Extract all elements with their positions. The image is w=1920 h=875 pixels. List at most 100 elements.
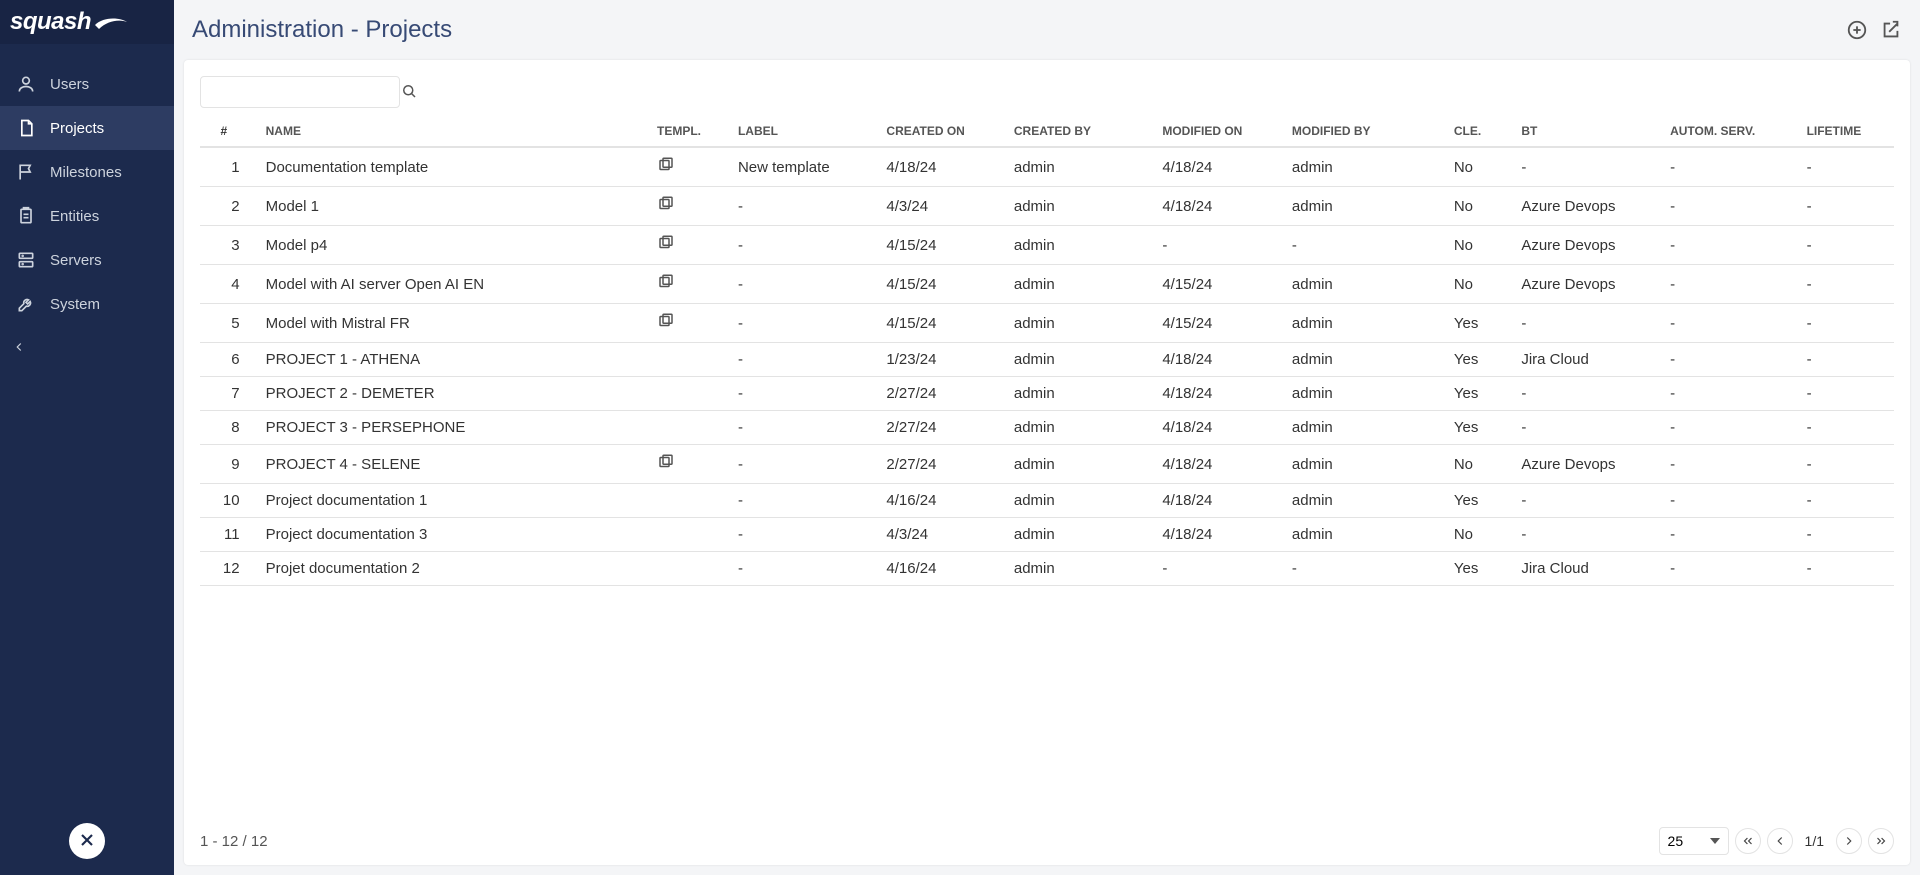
sidebar-item-milestones[interactable]: Milestones xyxy=(0,150,174,194)
cell-created-by: admin xyxy=(1006,304,1154,343)
cell-created-by: admin xyxy=(1006,552,1154,586)
cell-index: 7 xyxy=(200,377,258,411)
table-row[interactable]: 5Model with Mistral FR-4/15/24admin4/15/… xyxy=(200,304,1894,343)
sidebar-item-label: Users xyxy=(50,76,89,93)
table-row[interactable]: 8PROJECT 3 - PERSEPHONE-2/27/24admin4/18… xyxy=(200,411,1894,445)
cell-modified-on: 4/18/24 xyxy=(1154,518,1284,552)
col-modified-on[interactable]: MODIFIED ON xyxy=(1154,116,1284,147)
add-project-button[interactable] xyxy=(1846,19,1868,41)
close-admin-button[interactable] xyxy=(69,823,105,859)
cell-created-on: 4/3/24 xyxy=(878,187,1005,226)
col-cle[interactable]: CLE. xyxy=(1446,116,1513,147)
table-row[interactable]: 3Model p4-4/15/24admin--NoAzure Devops-- xyxy=(200,226,1894,265)
cell-created-by: admin xyxy=(1006,377,1154,411)
table-row[interactable]: 7PROJECT 2 - DEMETER-2/27/24admin4/18/24… xyxy=(200,377,1894,411)
template-icon xyxy=(657,312,675,334)
table-row[interactable]: 1Documentation templateNew template4/18/… xyxy=(200,147,1894,187)
table-row[interactable]: 9PROJECT 4 - SELENE-2/27/24admin4/18/24a… xyxy=(200,445,1894,484)
cell-lifetime: - xyxy=(1799,445,1894,484)
cell-lifetime: - xyxy=(1799,265,1894,304)
template-icon xyxy=(657,156,675,178)
header: Administration - Projects xyxy=(174,0,1920,60)
cell-index: 9 xyxy=(200,445,258,484)
page-size-select[interactable]: 25 xyxy=(1659,827,1729,855)
col-lifetime[interactable]: LIFETIME xyxy=(1799,116,1894,147)
cell-cle: Yes xyxy=(1446,411,1513,445)
col-name[interactable]: NAME xyxy=(258,116,649,147)
prev-page-button[interactable] xyxy=(1767,828,1793,854)
cell-name: PROJECT 3 - PERSEPHONE xyxy=(258,411,649,445)
cell-created-on: 2/27/24 xyxy=(878,445,1005,484)
logo[interactable]: squash xyxy=(0,0,174,44)
cell-name: Model with AI server Open AI EN xyxy=(258,265,649,304)
cell-templ xyxy=(649,518,730,552)
table-row[interactable]: 12Projet documentation 2-4/16/24admin--Y… xyxy=(200,552,1894,586)
cell-lifetime: - xyxy=(1799,552,1894,586)
page-indicator: 1/1 xyxy=(1799,833,1830,849)
cell-modified-on: 4/15/24 xyxy=(1154,265,1284,304)
cell-created-by: admin xyxy=(1006,187,1154,226)
sidebar-item-servers[interactable]: Servers xyxy=(0,238,174,282)
cell-autom-serv: - xyxy=(1662,552,1799,586)
cell-autom-serv: - xyxy=(1662,265,1799,304)
last-page-button[interactable] xyxy=(1868,828,1894,854)
table-row[interactable]: 6PROJECT 1 - ATHENA-1/23/24admin4/18/24a… xyxy=(200,343,1894,377)
template-icon xyxy=(657,453,675,475)
col-index[interactable]: # xyxy=(200,116,258,147)
table-row[interactable]: 2Model 1-4/3/24admin4/18/24adminNoAzure … xyxy=(200,187,1894,226)
search-box[interactable] xyxy=(200,76,400,108)
flag-icon xyxy=(16,162,36,182)
search-icon[interactable] xyxy=(400,82,418,103)
sidebar-item-system[interactable]: System xyxy=(0,282,174,326)
sidebar-item-entities[interactable]: Entities xyxy=(0,194,174,238)
cell-bt: Azure Devops xyxy=(1513,265,1662,304)
cell-bt: Azure Devops xyxy=(1513,445,1662,484)
cell-cle: No xyxy=(1446,226,1513,265)
table-row[interactable]: 4Model with AI server Open AI EN-4/15/24… xyxy=(200,265,1894,304)
cell-bt: - xyxy=(1513,484,1662,518)
cell-templ xyxy=(649,484,730,518)
table-row[interactable]: 11Project documentation 3-4/3/24admin4/1… xyxy=(200,518,1894,552)
cell-modified-on: 4/18/24 xyxy=(1154,147,1284,187)
cell-modified-on: 4/18/24 xyxy=(1154,187,1284,226)
sidebar-item-projects[interactable]: Projects xyxy=(0,106,174,150)
first-page-button[interactable] xyxy=(1735,828,1761,854)
cell-label: - xyxy=(730,304,878,343)
cell-cle: No xyxy=(1446,147,1513,187)
search-input[interactable] xyxy=(209,83,394,101)
cell-cle: No xyxy=(1446,187,1513,226)
cell-label: - xyxy=(730,265,878,304)
cell-cle: Yes xyxy=(1446,377,1513,411)
template-icon xyxy=(657,273,675,295)
col-bt[interactable]: BT xyxy=(1513,116,1662,147)
col-created-on[interactable]: CREATED ON xyxy=(878,116,1005,147)
col-created-by[interactable]: CREATED BY xyxy=(1006,116,1154,147)
cell-templ xyxy=(649,147,730,187)
cell-modified-by: admin xyxy=(1284,147,1446,187)
cell-templ xyxy=(649,265,730,304)
collapse-sidebar-button[interactable] xyxy=(0,332,174,365)
cell-modified-on: 4/18/24 xyxy=(1154,484,1284,518)
cell-autom-serv: - xyxy=(1662,445,1799,484)
cell-name: PROJECT 2 - DEMETER xyxy=(258,377,649,411)
table-row[interactable]: 10Project documentation 1-4/16/24admin4/… xyxy=(200,484,1894,518)
cell-name: PROJECT 1 - ATHENA xyxy=(258,343,649,377)
cell-index: 8 xyxy=(200,411,258,445)
cell-bt: - xyxy=(1513,147,1662,187)
col-templ[interactable]: TEMPL. xyxy=(649,116,730,147)
cell-name: Project documentation 3 xyxy=(258,518,649,552)
cell-created-by: admin xyxy=(1006,226,1154,265)
col-autom-serv[interactable]: AUTOM. SERV. xyxy=(1662,116,1799,147)
sidebar-item-users[interactable]: Users xyxy=(0,62,174,106)
col-label[interactable]: LABEL xyxy=(730,116,878,147)
cell-modified-on: 4/18/24 xyxy=(1154,343,1284,377)
export-button[interactable] xyxy=(1880,19,1902,41)
template-icon xyxy=(657,234,675,256)
cell-created-by: admin xyxy=(1006,343,1154,377)
cell-bt: - xyxy=(1513,304,1662,343)
col-modified-by[interactable]: MODIFIED BY xyxy=(1284,116,1446,147)
cell-label: - xyxy=(730,226,878,265)
main: Administration - Projects xyxy=(174,0,1920,875)
cell-created-on: 4/16/24 xyxy=(878,552,1005,586)
next-page-button[interactable] xyxy=(1836,828,1862,854)
